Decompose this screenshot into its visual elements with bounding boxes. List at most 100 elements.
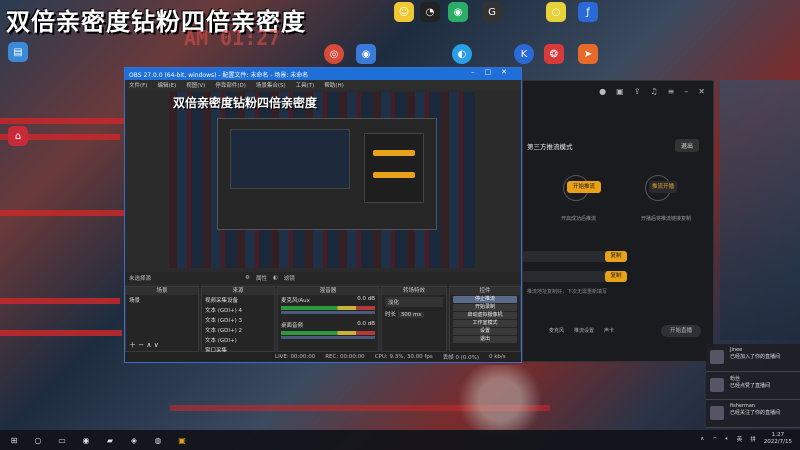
stop-stream-button[interactable]: 停止推流 [453,296,517,303]
menu-file[interactable]: 文件(F) [129,81,147,89]
virtual-camera-button[interactable]: 启动虚拟摄像机 [453,312,517,319]
explorer-icon[interactable]: ▰ [104,434,116,446]
gear-icon[interactable]: ⚙ [245,275,250,281]
notification-name: 粉丝 [730,376,741,382]
notification-item[interactable]: 粉丝 已经点赞了直播间 [706,372,800,400]
window-controls[interactable]: –□✕ [471,68,517,76]
stream-settings-button[interactable]: 推流设置 [574,327,594,334]
start-record-button[interactable]: 开始录制 [453,304,517,311]
filter-icon[interactable]: ◐ [273,275,278,281]
g-icon: G [488,6,496,18]
ime-indicator[interactable]: 英 [737,435,743,443]
minimize-icon[interactable]: – [684,87,688,96]
desktop-icon-app1[interactable]: ☺ [394,2,414,22]
bitrate-status: 0 kb/s [489,354,506,360]
bell-icon[interactable]: ♫ [650,87,657,96]
menu-icon[interactable]: ≡ [668,87,675,96]
desktop-icon-app6[interactable]: ƒ [578,2,598,22]
notification-item[interactable]: fisherman 已经关注了你的直播间 [706,400,800,428]
filters-button[interactable]: 滤镜 [284,274,295,282]
scene-item[interactable]: 场景 [126,295,198,305]
task-view-icon[interactable]: ▭ [56,434,68,446]
desktop-icon-app5[interactable]: ○ [546,2,566,22]
streaming-app-window[interactable]: ● ▣ ⇪ ♫ ≡ – ✕ 第三方推流模式 退出 开始推流 推流开播 开启成功后… [522,80,714,362]
source-item[interactable]: 文本 (GDI+) 2 [202,325,274,335]
mic-meter [281,306,375,310]
desktop-icon-qq[interactable]: ◔ [420,2,440,22]
notification-text: 已经点赞了直播间 [730,383,771,389]
network-icon[interactable]: ⌔ [712,436,717,443]
stream-open-step-button[interactable]: 推流开播 [649,181,677,193]
search-icon[interactable]: ○ [32,434,44,446]
start-stream-step-button[interactable]: 开始推流 [567,181,601,193]
source-item[interactable]: 视频采集设备 [202,295,274,305]
obs-icon[interactable]: ◍ [152,434,164,446]
transition-select[interactable]: 淡化 [385,297,443,307]
desktop-icon-app8[interactable]: ◉ [356,44,376,64]
source-item[interactable]: 文本 (GDI+) 4 [202,305,274,315]
overlay-clock: AM 01:27 [184,26,281,50]
transitions-header: 转场特效 [382,287,446,295]
menu-scene-collection[interactable]: 场景集合(S) [256,81,286,89]
lang-indicator[interactable]: 拼 [750,435,756,443]
mic-button[interactable]: 麦克风 [549,327,564,334]
taskbar-clock[interactable]: 1:27 2022/7/15 [764,432,792,446]
duration-input[interactable]: 300 ms [397,312,425,318]
copy-url-button[interactable]: 复制 [605,251,627,262]
scene-add-icon[interactable]: ＋ − ∧ ∨ [129,340,159,350]
volume-icon[interactable]: 🔈︎ [725,436,728,443]
clock-date: 2022/7/15 [763,439,792,445]
mic-volume-slider[interactable] [281,311,375,314]
edge-icon[interactable]: ◉ [80,434,92,446]
chat-icon: ◉ [453,6,463,18]
source-toolbar: 未选择源 ⚙ 属性 ◐ 滤镜 [125,272,521,284]
chevron-up-icon[interactable]: ∧ [700,436,704,442]
desktop-icon-app9[interactable]: ◐ [452,44,472,64]
desktop-icon-weibo[interactable]: ❂ [544,44,564,64]
menu-view[interactable]: 视图(V) [186,81,205,89]
windows-start-icon[interactable]: ⊞ [8,434,20,446]
menu-edit[interactable]: 编辑(E) [157,81,176,89]
obs-window[interactable]: OBS 27.0.0 (64-bit, windows) - 配置文件: 未命名… [124,67,522,363]
studio-mode-button[interactable]: 工作室模式 [453,320,517,327]
lock-icon[interactable]: ▣ [616,87,624,96]
desktop-volume-slider[interactable] [281,336,375,339]
go-live-button[interactable]: 开始直播 [661,325,701,337]
menu-docks[interactable]: 停靠部件(D) [215,81,246,89]
streaming-app-icon[interactable]: ▣ [176,434,188,446]
controls-dock: 控件 停止推流 开始录制 启动虚拟摄像机 工作室模式 设置 退出 [449,286,521,352]
file-icon: ▤ [13,46,23,58]
mic-track-db: 0.0 dB [357,296,375,302]
desktop-icon-app13[interactable]: ▤ [8,42,28,62]
system-tray: ∧ ⌔ 🔈︎ 英 拼 1:27 2022/7/15 [700,432,792,446]
avatar [710,350,724,364]
source-item[interactable]: 文本 (GDI+) [202,335,274,345]
menu-tools[interactable]: 工具(T) [296,81,315,89]
scenes-header: 场景 [126,287,198,295]
menu-help[interactable]: 帮助(H) [324,81,343,89]
notification-item[interactable]: Jinee 已经加入了你的直播间 [706,344,800,372]
properties-button[interactable]: 属性 [256,274,267,282]
nested-obs-preview [217,118,437,230]
exit-mode-button[interactable]: 退出 [674,139,699,152]
desktop-icon-app12[interactable]: ➤ [578,44,598,64]
settings-button[interactable]: 设置 [453,328,517,335]
app-icon[interactable]: ◈ [128,434,140,446]
obs-titlebar[interactable]: OBS 27.0.0 (64-bit, windows) - 配置文件: 未命名… [125,68,521,80]
copy-key-button[interactable]: 复制 [605,271,627,282]
desktop-icon-chrome[interactable]: ◎ [324,44,344,64]
weibo-icon: ❂ [549,48,559,60]
avatar[interactable]: ● [599,87,606,96]
mixer-header: 混音器 [278,287,378,295]
controls-header: 控件 [450,287,520,295]
obs-preview[interactable]: 双倍亲密度钻粉四倍亲密度 [169,92,475,268]
desktop-icon-app10[interactable]: K [514,44,534,64]
share-icon[interactable]: ⇪ [634,87,641,96]
desktop-icon-app14[interactable]: ⌂ [8,126,28,146]
soundcard-button[interactable]: 声卡 [604,327,614,334]
desktop-icon-app4[interactable]: G [482,2,502,22]
desktop-icon-wechat[interactable]: ◉ [448,2,468,22]
exit-button[interactable]: 退出 [453,336,517,343]
source-item[interactable]: 文本 (GDI+) 3 [202,315,274,325]
close-icon[interactable]: ✕ [698,87,705,96]
